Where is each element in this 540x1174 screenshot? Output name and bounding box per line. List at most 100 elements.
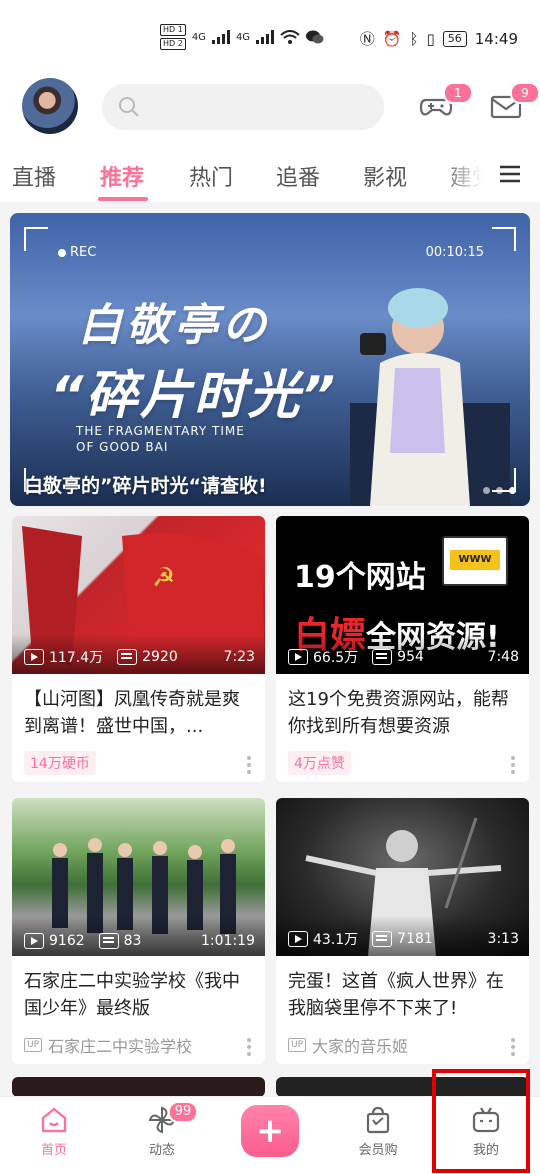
duration: 7:48 [487, 649, 519, 665]
rec-label: REC [70, 245, 97, 260]
more-options-icon[interactable] [247, 1038, 251, 1056]
duration: 1:01:19 [201, 933, 255, 949]
publish-button[interactable]: + [241, 1105, 299, 1157]
wechat-icon [306, 30, 324, 44]
video-title[interactable]: 石家庄二中实验学校《我中国少年》最终版 [12, 956, 265, 1026]
view-count: 9162 [49, 933, 85, 949]
video-title[interactable]: 【山河图】凤凰传奇就是爽到离谱！盛世中国，... [12, 674, 265, 744]
danmaku-count: 83 [123, 933, 142, 949]
video-card[interactable]: 9162 83 1:01:19 石家庄二中实验学校《我中国少年》最终版 UP 石… [12, 798, 265, 1064]
play-count-icon [24, 933, 44, 949]
danmaku-icon [117, 649, 138, 665]
carousel-dots [483, 487, 516, 494]
recommend-tag: 14万硬币 [24, 751, 96, 775]
video-title[interactable]: 完蛋！这首《疯人世界》在我脑袋里停不下来了! [276, 956, 529, 1026]
status-bar: HD 1 HD 2 4G 4G Ⓝ ⏰ ᛒ ▯ 56 14:49 [0, 0, 540, 70]
video-card[interactable]: 43.1万 7181 3:13 完蛋！这首《疯人世界》在我脑袋里停不下来了! U… [276, 798, 529, 1064]
view-count: 117.4万 [49, 650, 104, 666]
video-thumbnail[interactable]: 19个网站 WWW 白嫖全网资源! 66.5万 954 7:48 [276, 516, 529, 674]
up-icon: UP [288, 1038, 307, 1052]
tab-anime[interactable]: 追番 [276, 160, 320, 192]
rec-indicator: REC [58, 245, 96, 260]
search-input[interactable] [102, 84, 384, 130]
danmaku-icon [98, 933, 119, 949]
view-count: 66.5万 [313, 650, 359, 666]
carousel-dot[interactable] [483, 487, 490, 494]
video-stats: 9162 83 1:01:19 [24, 933, 255, 949]
card-footer: 14万硬币 [12, 744, 265, 782]
shopping-bag-icon [366, 1106, 390, 1134]
browser-window-icon: WWW [442, 536, 508, 586]
avatar[interactable] [22, 78, 78, 134]
svg-text:☭: ☭ [152, 563, 175, 593]
duration: 7:23 [223, 649, 255, 665]
home-icon [41, 1107, 67, 1133]
video-card[interactable]: 19个网站 WWW 白嫖全网资源! 66.5万 954 7:48 这19个免费资… [276, 516, 529, 782]
play-count-icon [288, 649, 308, 665]
status-right: Ⓝ ⏰ ᛒ ▯ 56 14:49 [360, 28, 518, 49]
video-thumbnail[interactable]: ☭ 117.4万 2920 7:23 [12, 516, 265, 674]
uploader[interactable]: UP 石家庄二中实验学校 [24, 1033, 192, 1057]
carousel-dot[interactable] [496, 487, 503, 494]
signal-4g-label: 4G [191, 31, 206, 43]
danmaku-icon [372, 931, 393, 947]
menu-icon[interactable] [498, 162, 522, 186]
danmaku-count: 954 [397, 649, 424, 665]
signal-icon-2 [256, 30, 275, 44]
video-thumbnail[interactable]: 9162 83 1:01:19 [12, 798, 265, 956]
view-count: 43.1万 [313, 932, 359, 948]
frame-corner-tl [24, 227, 48, 251]
more-options-icon[interactable] [511, 756, 515, 774]
nav-home-label: 首页 [40, 1143, 67, 1158]
banner-english-line2: OF GOOD BAI [76, 440, 169, 454]
hd1-indicator: HD 1 [160, 24, 186, 36]
nav-vip-shop-label: 会员购 [358, 1143, 398, 1158]
alarm-icon: ⏰ [382, 29, 402, 48]
www-label: WWW [450, 550, 500, 570]
tabs-fade [440, 150, 500, 202]
more-options-icon[interactable] [247, 756, 251, 774]
nav-dynamic-label: 动态 [148, 1143, 175, 1158]
banner-english-line1: THE FRAGMENTARY TIME [76, 424, 245, 438]
clock: 14:49 [474, 29, 518, 48]
carousel-dot-active[interactable] [509, 487, 516, 494]
vibrate-icon: ▯ [426, 29, 435, 48]
video-stats: 66.5万 954 7:48 [288, 647, 519, 667]
video-thumbnail[interactable]: 43.1万 7181 3:13 [276, 798, 529, 956]
highlight-box [432, 1069, 530, 1173]
battery-level: 56 [442, 30, 467, 47]
tab-recommend[interactable]: 推荐 [100, 160, 144, 192]
danmaku-count: 7181 [397, 931, 433, 947]
nav-home[interactable]: 首页 [14, 1105, 94, 1158]
channel-tabs: 直播 推荐 热门 追番 影视 建党 [0, 150, 540, 202]
nav-vip-shop[interactable]: 会员购 [338, 1105, 418, 1158]
hd2-indicator: HD 2 [160, 38, 186, 50]
video-stats: 43.1万 7181 3:13 [288, 929, 519, 949]
recommend-tag: 4万点赞 [288, 751, 351, 775]
tab-live[interactable]: 直播 [12, 160, 56, 192]
card-footer: UP 大家的音乐姬 [276, 1026, 529, 1064]
uploader[interactable]: UP 大家的音乐姬 [288, 1033, 408, 1057]
tab-movies[interactable]: 影视 [363, 160, 407, 192]
video-title[interactable]: 这19个免费资源网站，能帮你找到所有想要资源 [276, 674, 529, 744]
card-footer: 4万点赞 [276, 744, 529, 782]
duration: 3:13 [487, 931, 519, 947]
banner-title-line1: 白敬亭の [78, 300, 270, 351]
signal-icon [211, 30, 230, 44]
play-count-icon [288, 931, 308, 947]
banner-carousel[interactable]: REC 00:10:15 白敬亭の “碎片时光” THE FRAGMENTARY… [10, 213, 530, 506]
danmaku-icon [372, 649, 393, 665]
danmaku-count: 2920 [142, 649, 178, 665]
more-options-icon[interactable] [511, 1038, 515, 1056]
tab-hot[interactable]: 热门 [189, 160, 233, 192]
video-card[interactable]: ☭ 117.4万 2920 7:23 【山河图】凤凰传奇就是爽到离谱！盛世中国，… [12, 516, 265, 782]
wifi-icon [280, 30, 300, 44]
search-icon [119, 97, 139, 117]
play-count-icon [24, 649, 44, 665]
uploader-name: 石家庄二中实验学校 [48, 1037, 193, 1056]
rec-timer: 00:10:15 [425, 245, 484, 260]
banner-title-line2: “碎片时光” [50, 366, 337, 426]
video-card-partial[interactable] [12, 1077, 265, 1097]
banner-caption: 白敬亭的”碎片时光“请查收! [24, 475, 267, 497]
rec-dot-icon [58, 248, 66, 257]
